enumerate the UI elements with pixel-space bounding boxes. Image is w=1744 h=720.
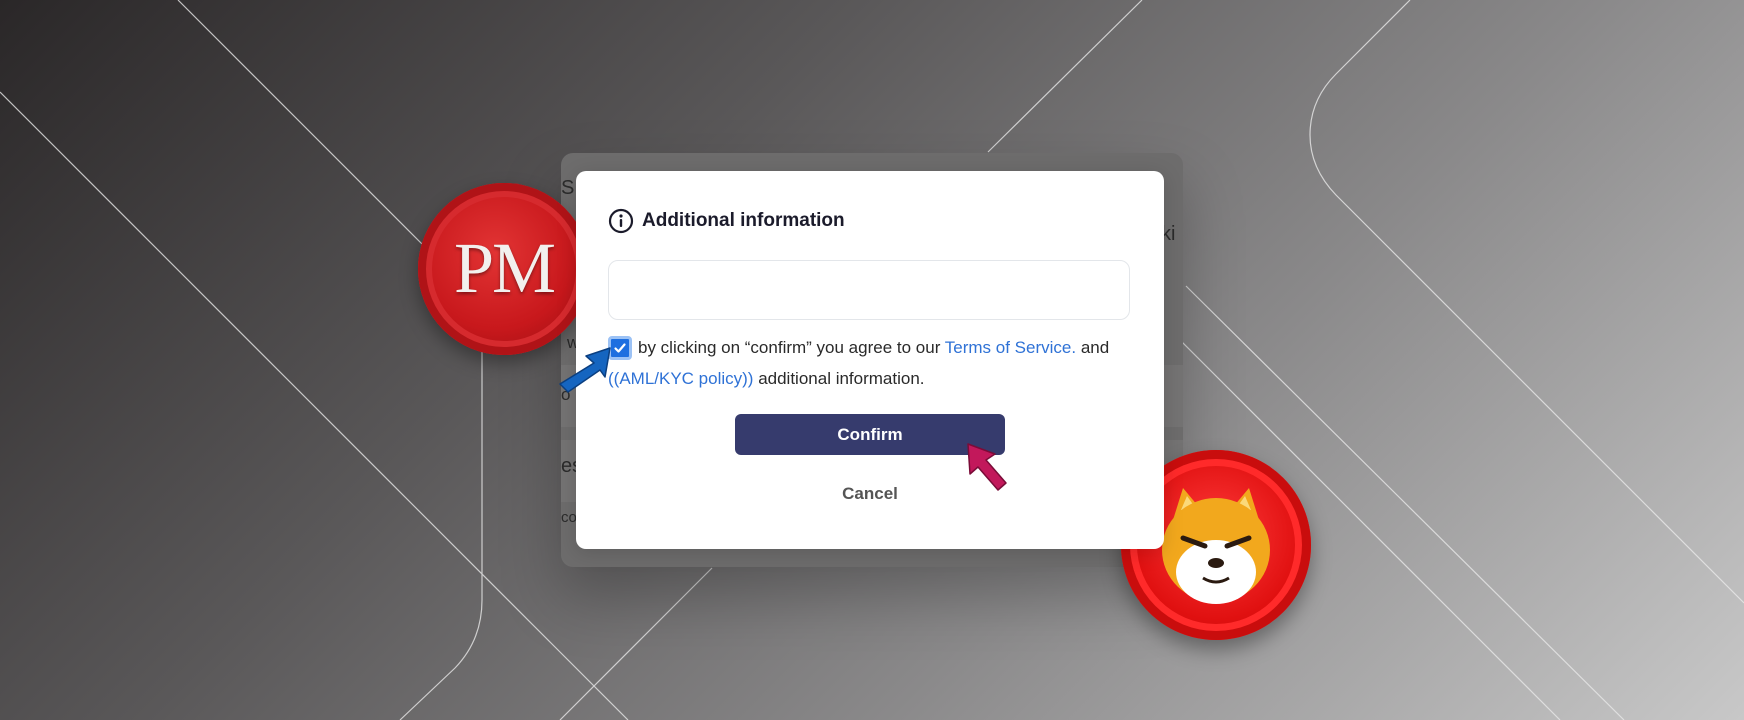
additional-information-input[interactable]: [608, 260, 1130, 320]
pointer-arrow-icon: [559, 347, 611, 393]
agreement-text-and: and: [1076, 338, 1110, 357]
agreement-text: by clicking on “confirm” you agree to ou…: [638, 338, 945, 357]
info-icon: [608, 208, 634, 234]
aml-kyc-policy-link[interactable]: ((AML/KYC policy)): [608, 369, 753, 388]
dialog-title: Additional information: [642, 210, 845, 231]
agreement-text-after: additional information.: [753, 369, 925, 388]
pm-coin-logo: PM: [418, 183, 590, 355]
pointer-arrow-icon: [967, 443, 1007, 491]
pm-coin-text: PM: [453, 228, 556, 308]
agreement-text-line1: by clicking on “confirm” you agree to ou…: [638, 332, 1109, 363]
background-fragment: co: [561, 509, 577, 526]
terms-of-service-link[interactable]: Terms of Service.: [945, 338, 1076, 357]
additional-information-dialog: Additional information by clicking on “c…: [576, 171, 1164, 549]
check-icon: [614, 343, 626, 353]
background-fragment: S: [561, 177, 575, 199]
dialog-header: Additional information: [608, 207, 845, 235]
agreement-text-line2: ((AML/KYC policy)) additional informatio…: [608, 363, 925, 394]
